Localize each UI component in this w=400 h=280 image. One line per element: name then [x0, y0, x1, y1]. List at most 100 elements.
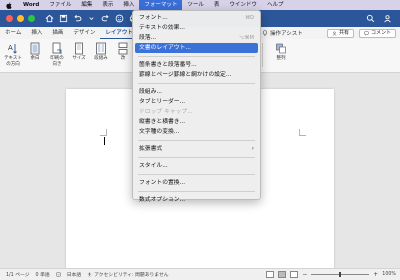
- crop-mark-top-right: [299, 129, 306, 136]
- format-menu-item-label: 縦書きと横書き...: [139, 119, 186, 125]
- zoom-in-icon[interactable]: +: [373, 271, 378, 278]
- zoom-slider[interactable]: [311, 272, 370, 277]
- format-menu-item-label: 拡張書式: [139, 146, 163, 152]
- tab-design[interactable]: デザイン: [68, 27, 100, 39]
- format-menu-item[interactable]: 縦書きと横書き...: [133, 117, 260, 127]
- svg-text:A: A: [8, 44, 13, 52]
- home-icon[interactable]: [45, 14, 54, 23]
- save-icon[interactable]: [59, 14, 68, 23]
- format-menu-item-shortcut: ⌥⌘M: [238, 35, 254, 41]
- menu-table[interactable]: 表: [209, 0, 225, 10]
- arrange-button[interactable]: 整列: [272, 42, 290, 62]
- menu-window[interactable]: ウインドウ: [224, 0, 262, 10]
- format-menu-item[interactable]: スタイル...: [133, 161, 260, 171]
- web-layout-view-button[interactable]: [290, 271, 299, 278]
- language-status[interactable]: 日本語: [67, 271, 81, 278]
- zoom-out-icon[interactable]: −: [302, 271, 307, 278]
- search-icon[interactable]: [366, 14, 375, 23]
- orientation-icon: [51, 42, 63, 55]
- margins-icon: [29, 42, 41, 55]
- tab-insert[interactable]: 挿入: [26, 27, 47, 39]
- redo-icon[interactable]: [101, 14, 110, 23]
- columns-icon: [95, 42, 107, 55]
- format-menu-item[interactable]: 段組み...: [133, 87, 260, 97]
- menu-separator: [138, 140, 255, 141]
- share-icon: [332, 31, 337, 36]
- focus-view-button[interactable]: [266, 271, 275, 278]
- zoom-slider-thumb[interactable]: [339, 272, 342, 277]
- format-menu-item-label: 文字種の変換...: [139, 129, 180, 135]
- menu-bar: Word ファイル 編集 表示 挿入 フォーマット ツール 表 ウインドウ ヘル…: [0, 0, 400, 10]
- zoom-level[interactable]: 100%: [382, 272, 396, 277]
- close-window-button[interactable]: [6, 15, 13, 22]
- format-menu-item[interactable]: 数式オプション...: [133, 195, 260, 205]
- columns-button[interactable]: 段組み: [92, 42, 110, 62]
- menu-help[interactable]: ヘルプ: [262, 0, 289, 10]
- format-menu-item[interactable]: フォント... ⌘D: [133, 13, 260, 23]
- comments-button[interactable]: コメント: [358, 29, 396, 38]
- breaks-button[interactable]: 改: [114, 42, 132, 62]
- status-bar: 1/1 ページ 0 単語 日本語 アクセシビリティ: 問題ありません − + 1…: [0, 268, 400, 280]
- print-layout-view-button[interactable]: [278, 271, 287, 278]
- undo-dropdown-icon[interactable]: [87, 14, 96, 23]
- format-menu-item-label: スタイル...: [139, 163, 168, 169]
- format-menu-item[interactable]: フォントの置換...: [133, 178, 260, 188]
- format-menu-item[interactable]: 文書のレイアウト...: [135, 43, 258, 53]
- lightbulb-icon: [262, 30, 268, 36]
- undo-icon[interactable]: [73, 14, 82, 23]
- tab-draw[interactable]: 描画: [47, 27, 68, 39]
- share-button[interactable]: 共有: [326, 29, 354, 38]
- menu-separator: [138, 157, 255, 158]
- proofing-icon: [56, 272, 61, 277]
- size-icon: [73, 42, 85, 55]
- size-label: サイズ: [72, 56, 86, 61]
- format-menu-item[interactable]: タブとリーダー...: [133, 97, 260, 107]
- columns-label: 段組み: [94, 56, 108, 61]
- format-menu-item[interactable]: 文字種の変換...: [133, 127, 260, 137]
- comments-label: コメント: [370, 30, 391, 36]
- format-menu-item-label: テキストの効果...: [139, 25, 185, 31]
- account-icon[interactable]: [383, 14, 392, 23]
- tab-home[interactable]: ホーム: [0, 27, 26, 39]
- arrange-icon: [275, 42, 287, 55]
- accessibility-status[interactable]: アクセシビリティ: 問題ありません: [87, 271, 169, 278]
- orientation-button[interactable]: 印刷の 向き: [48, 42, 66, 67]
- text-direction-button[interactable]: A テキスト の方向: [4, 42, 22, 67]
- menu-format[interactable]: フォーマット: [139, 0, 183, 10]
- format-menu-item-label: フォント...: [139, 15, 168, 21]
- size-button[interactable]: サイズ: [70, 42, 88, 62]
- zoom-window-button[interactable]: [28, 15, 35, 22]
- page-count[interactable]: 1/1 ページ: [6, 271, 30, 278]
- format-menu-item: ドロップ キャップ...: [133, 107, 260, 117]
- format-menu-item[interactable]: 拡張書式 ›: [133, 144, 260, 154]
- feedback-smile-icon[interactable]: [115, 14, 124, 23]
- menu-edit[interactable]: 編集: [76, 0, 97, 10]
- proofing-status[interactable]: [56, 272, 61, 277]
- tell-me-box[interactable]: 操作アシスト: [262, 27, 303, 39]
- menu-tools[interactable]: ツール: [182, 0, 209, 10]
- format-menu-item-label: ドロップ キャップ...: [139, 109, 193, 115]
- margins-button[interactable]: 余白: [26, 42, 44, 62]
- format-menu-item-label: 文書のレイアウト...: [139, 45, 191, 51]
- format-menu-item[interactable]: 箇条書きと段落番号...: [133, 60, 260, 70]
- format-menu-item[interactable]: 罫線とページ罫線と網かけの設定...: [133, 70, 260, 80]
- crop-mark-top-left: [100, 129, 107, 136]
- word-count[interactable]: 0 単語: [36, 271, 50, 278]
- breaks-label: 改: [120, 56, 126, 61]
- accessibility-icon: [87, 272, 92, 277]
- menu-file[interactable]: ファイル: [44, 0, 76, 10]
- apple-icon[interactable]: [0, 0, 18, 10]
- format-menu-item-label: タブとリーダー...: [139, 99, 186, 105]
- format-menu-item[interactable]: 段落... ⌥⌘M: [133, 33, 260, 43]
- menu-insert[interactable]: 挿入: [118, 0, 139, 10]
- tell-me-label: 操作アシスト: [270, 31, 303, 37]
- text-direction-label: テキスト の方向: [4, 56, 22, 67]
- margins-label: 余白: [30, 56, 40, 61]
- menu-app-word[interactable]: Word: [18, 0, 44, 10]
- submenu-chevron-icon: ›: [251, 145, 254, 152]
- menu-view[interactable]: 表示: [97, 0, 118, 10]
- breaks-icon: [117, 42, 129, 55]
- menu-separator: [138, 83, 255, 84]
- format-menu-item[interactable]: テキストの効果...: [133, 23, 260, 33]
- minimize-window-button[interactable]: [17, 15, 24, 22]
